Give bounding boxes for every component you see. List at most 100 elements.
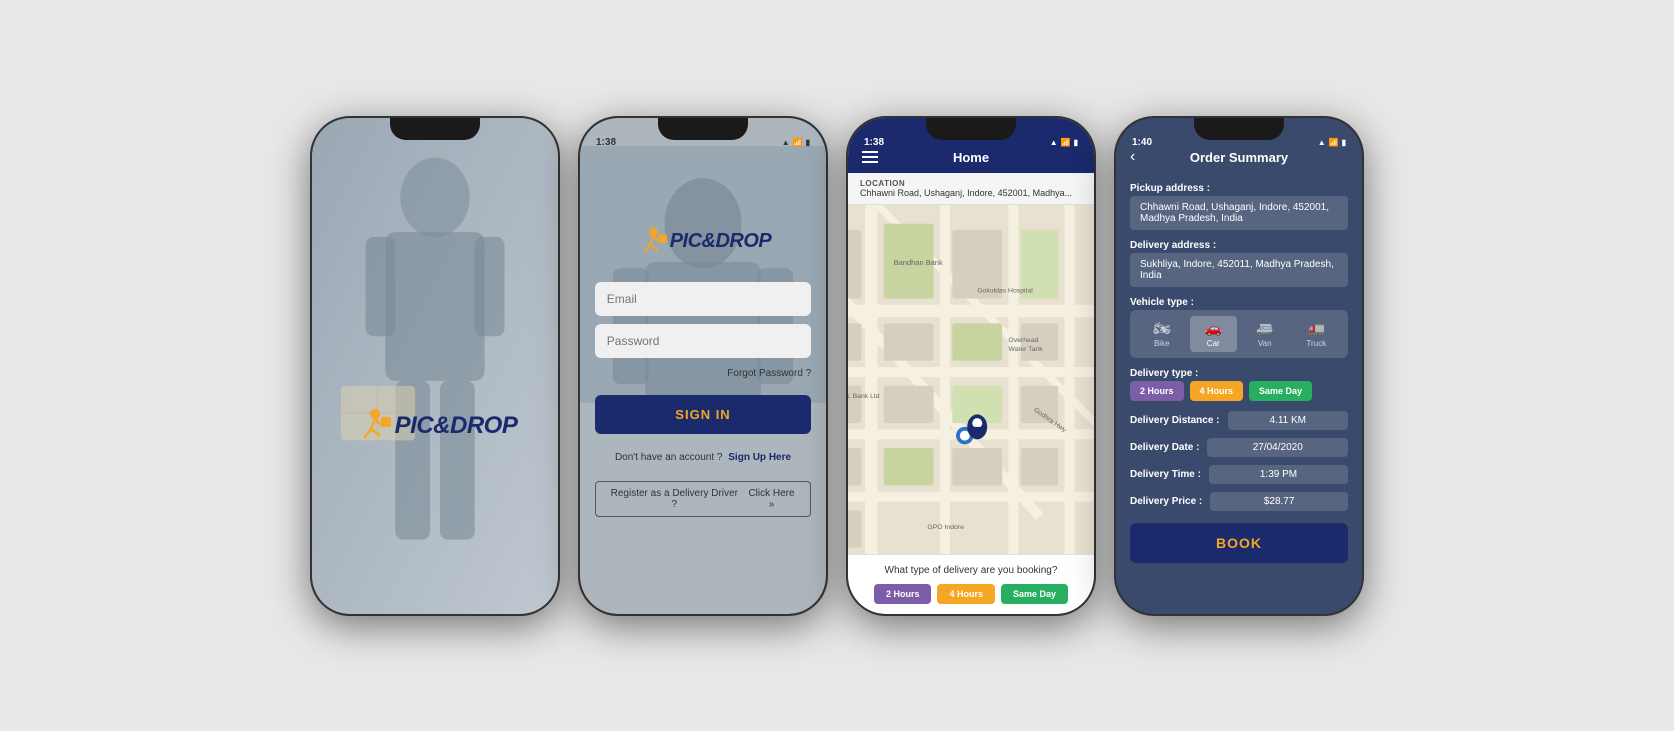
distance-row: Delivery Distance : 4.11 KM <box>1130 411 1348 430</box>
time-value: 1:39 PM <box>1209 465 1348 484</box>
phone-splash: PIC&DROP <box>310 116 560 616</box>
pickup-value: Chhawni Road, Ushaganj, Indore, 452001, … <box>1130 196 1348 230</box>
status-icons: ▲ 📶 ▮ <box>782 138 810 147</box>
time-row: Delivery Time : 1:39 PM <box>1130 465 1348 484</box>
price-value: $28.77 <box>1210 492 1348 511</box>
delivery-address-label: Delivery address : <box>1130 240 1348 251</box>
order-body: Pickup address : Chhawni Road, Ushaganj,… <box>1116 173 1362 614</box>
login-screen: 1:38 ▲ 📶 ▮ <box>580 118 826 614</box>
splash-screen: PIC&DROP <box>312 118 558 614</box>
hamburger-menu[interactable] <box>862 151 878 163</box>
pic-text: PIC <box>395 412 434 439</box>
vehicle-car[interactable]: 🚗 Car <box>1190 316 1238 352</box>
wifi-icon: 📶 <box>793 138 803 147</box>
vehicle-section: Vehicle type : 🏍 Bike 🚗 Car 🚐 Van <box>1130 297 1348 358</box>
background-image <box>312 118 558 614</box>
svg-text:GPO Indore: GPO Indore <box>927 524 964 531</box>
status-time: 1:38 <box>596 137 616 148</box>
status-time-home: 1:38 <box>864 137 884 148</box>
book-button[interactable]: BOOK <box>1130 523 1348 563</box>
sameday-button[interactable]: Same Day <box>1001 584 1068 604</box>
dt-4hours-btn[interactable]: 4 Hours <box>1190 381 1244 401</box>
date-row: Delivery Date : 27/04/2020 <box>1130 438 1348 457</box>
order-title: Order Summary <box>1190 150 1288 165</box>
van-icon: 🚐 <box>1256 320 1273 337</box>
delivery-type-label: Delivery type : <box>1130 368 1348 379</box>
pickup-section: Pickup address : Chhawni Road, Ushaganj,… <box>1130 183 1348 230</box>
battery-icon: ▮ <box>806 138 810 147</box>
dont-have-text: Don't have an account ? <box>615 452 723 463</box>
register-driver-container: Register as a Delivery Driver ? Click He… <box>595 471 811 517</box>
hamburger-line-3 <box>862 161 878 163</box>
delivery-question: What type of delivery are you booking? <box>860 565 1082 576</box>
login-logo-runner-icon <box>635 226 667 258</box>
login-form: Forgot Password ? SIGN IN Don't have an … <box>595 282 811 517</box>
vehicle-label: Vehicle type : <box>1130 297 1348 308</box>
home-screen: 1:38 ▲ 📶 ▮ Home LOCATION Chhawni <box>848 118 1094 614</box>
bike-icon: 🏍 <box>1153 320 1171 337</box>
status-icons-home: ▲ 📶 ▮ <box>1050 138 1078 147</box>
location-icon-order: ▲ <box>1318 138 1326 147</box>
date-value: 27/04/2020 <box>1207 438 1348 457</box>
pickup-label: Pickup address : <box>1130 183 1348 194</box>
location-label: LOCATION <box>860 179 1082 188</box>
price-row: Delivery Price : $28.77 <box>1130 492 1348 511</box>
amp-text: & <box>433 412 450 439</box>
order-header: ‹ Order Summary <box>1116 146 1362 173</box>
location-text: Chhawni Road, Ushaganj, Indore, 452001, … <box>860 188 1082 198</box>
password-field[interactable] <box>595 324 811 358</box>
car-icon: 🚗 <box>1205 320 1222 337</box>
back-button[interactable]: ‹ <box>1130 148 1135 166</box>
login-logo: PIC&DROP <box>635 226 772 258</box>
vehicle-van[interactable]: 🚐 Van <box>1241 316 1289 352</box>
dt-sameday-btn[interactable]: Same Day <box>1249 381 1312 401</box>
hamburger-line-2 <box>862 156 878 158</box>
location-icon: ▲ <box>782 138 790 147</box>
forgot-password-link[interactable]: Forgot Password ? <box>595 368 811 379</box>
vehicle-truck[interactable]: 🚛 Truck <box>1293 316 1341 352</box>
battery-icon-home: ▮ <box>1074 138 1078 147</box>
distance-label: Delivery Distance : <box>1130 415 1220 426</box>
status-bar-login: 1:38 ▲ 📶 ▮ <box>580 118 826 146</box>
dt-2hours-btn[interactable]: 2 Hours <box>1130 381 1184 401</box>
login-content: PIC&DROP Forgot Password ? SIGN IN Don't… <box>580 146 826 517</box>
wifi-icon-home: 📶 <box>1061 138 1071 147</box>
delivery-type-section: Delivery type : 2 Hours 4 Hours Same Day <box>1130 368 1348 401</box>
status-bar-home: 1:38 ▲ 📶 ▮ <box>848 118 1094 146</box>
car-label: Car <box>1207 339 1220 348</box>
drop-text: DROP <box>450 412 517 439</box>
email-field[interactable] <box>595 282 811 316</box>
map-container[interactable]: Bandhan Bank RBL Bank Ltd Gokuldas Hospi… <box>848 205 1094 554</box>
phone-order: 1:40 ▲ 📶 ▮ ‹ Order Summary Pickup addres… <box>1114 116 1364 616</box>
sign-up-link[interactable]: Sign Up Here <box>728 452 791 463</box>
truck-label: Truck <box>1306 339 1326 348</box>
status-bar-order: 1:40 ▲ 📶 ▮ <box>1116 118 1362 146</box>
4hours-button[interactable]: 4 Hours <box>937 584 995 604</box>
svg-text:Overhead: Overhead <box>1008 337 1038 344</box>
status-time-order: 1:40 <box>1132 137 1152 148</box>
login-logo-text: PIC&DROP <box>670 230 772 253</box>
svg-text:RBL Bank Ltd: RBL Bank Ltd <box>848 393 880 400</box>
delivery-section: Delivery address : Sukhliya, Indore, 452… <box>1130 240 1348 287</box>
map-view: Bandhan Bank RBL Bank Ltd Gokuldas Hospi… <box>848 205 1094 554</box>
location-icon-home: ▲ <box>1050 138 1058 147</box>
battery-icon-order: ▮ <box>1342 138 1346 147</box>
van-label: Van <box>1258 339 1272 348</box>
order-screen: 1:40 ▲ 📶 ▮ ‹ Order Summary Pickup addres… <box>1116 118 1362 614</box>
logo-runner-icon <box>353 407 391 445</box>
phone-home: 1:38 ▲ 📶 ▮ Home LOCATION Chhawni <box>846 116 1096 616</box>
time-label: Delivery Time : <box>1130 469 1201 480</box>
vehicle-selector: 🏍 Bike 🚗 Car 🚐 Van 🚛 <box>1130 310 1348 358</box>
svg-text:Bandhan Bank: Bandhan Bank <box>894 257 943 266</box>
register-driver-text: Register as a Delivery Driver ? <box>608 488 741 510</box>
home-title: Home <box>953 150 989 165</box>
status-icons-order: ▲ 📶 ▮ <box>1318 138 1346 147</box>
2hours-button[interactable]: 2 Hours <box>874 584 932 604</box>
vehicle-bike[interactable]: 🏍 Bike <box>1138 316 1186 352</box>
delivery-type-selector: 2 Hours 4 Hours Same Day <box>1130 381 1348 401</box>
phone-login: 1:38 ▲ 📶 ▮ <box>578 116 828 616</box>
register-driver-button[interactable]: Register as a Delivery Driver ? Click He… <box>595 481 811 517</box>
wifi-icon-order: 📶 <box>1329 138 1339 147</box>
sign-in-button[interactable]: SIGN IN <box>595 395 811 434</box>
bike-label: Bike <box>1154 339 1170 348</box>
